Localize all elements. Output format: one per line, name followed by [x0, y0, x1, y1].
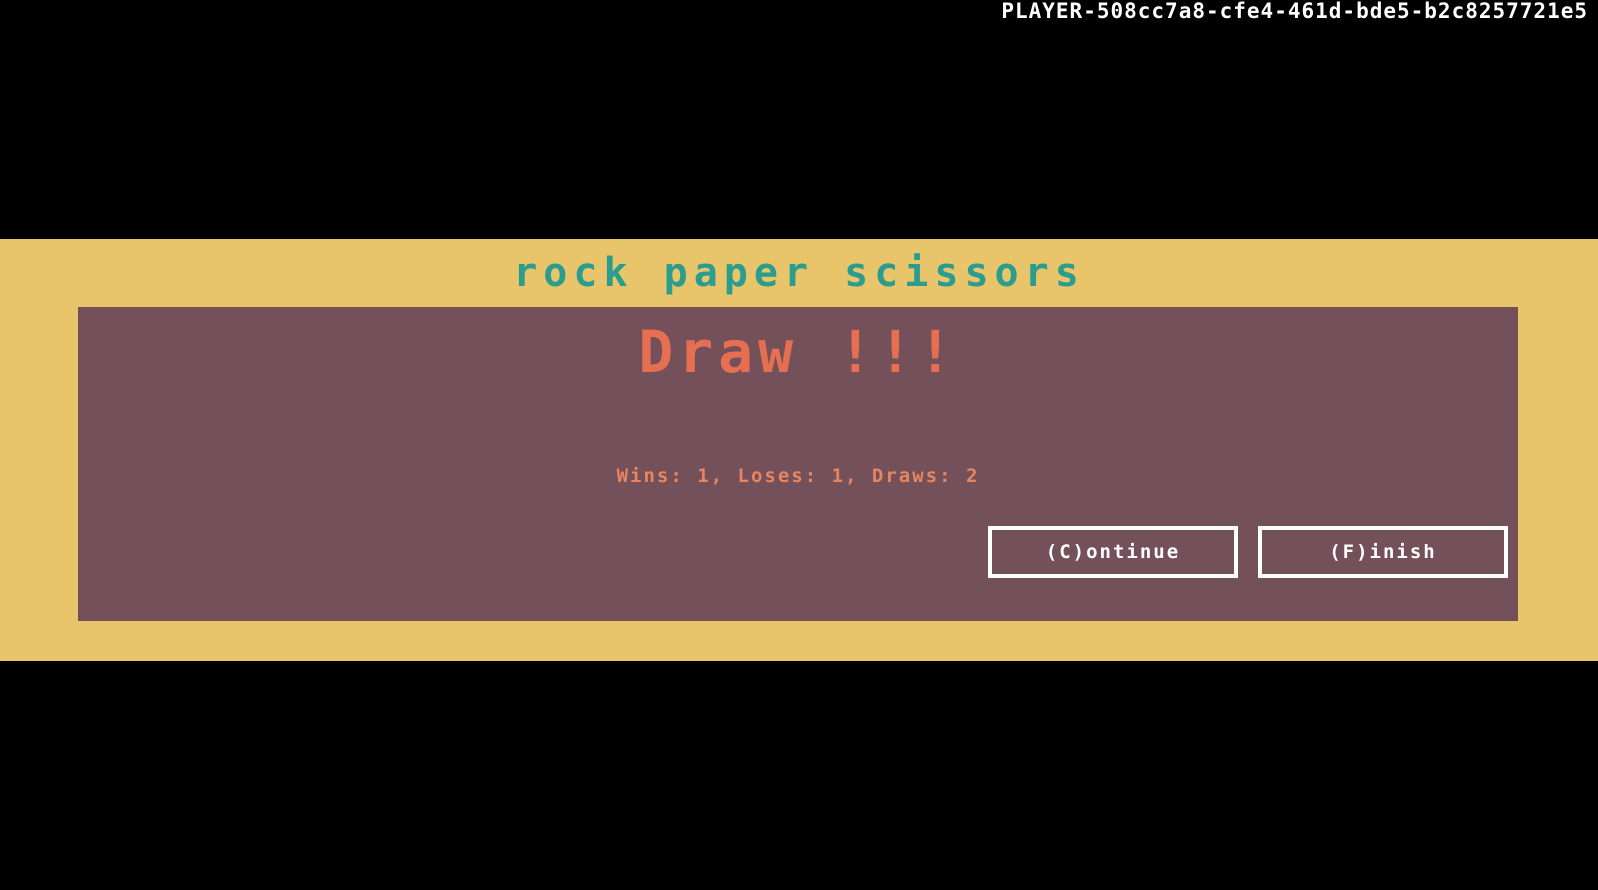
score-summary: Wins: 1, Loses: 1, Draws: 2 [616, 465, 980, 487]
game-title: rock paper scissors [513, 250, 1085, 296]
finish-button[interactable]: (F)inish [1258, 526, 1508, 578]
game-screen: PLAYER-508cc7a8-cfe4-461d-bde5-b2c825772… [0, 0, 1598, 890]
result-heading: Draw !!! [638, 318, 958, 386]
continue-button[interactable]: (C)ontinue [988, 526, 1238, 578]
result-panel: Draw !!! Wins: 1, Loses: 1, Draws: 2 (C)… [78, 307, 1518, 621]
player-id-label: PLAYER-508cc7a8-cfe4-461d-bde5-b2c825772… [1001, 0, 1588, 23]
